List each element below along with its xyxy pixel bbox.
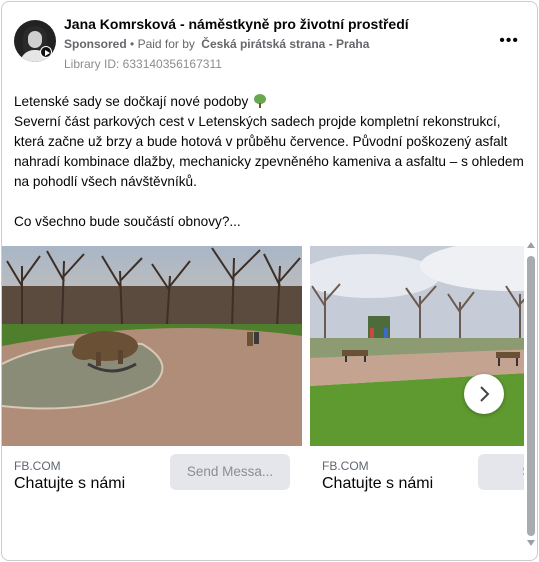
more-options-button[interactable]: ••• xyxy=(499,32,519,50)
page-name[interactable]: Jana Komrsková - náměstkyně pro životní … xyxy=(64,16,409,32)
post-paragraph: Severní část parkových cest v Letenských… xyxy=(14,114,524,189)
paid-for-label: Paid for by xyxy=(137,37,195,51)
play-badge-icon xyxy=(40,46,52,58)
send-message-button[interactable]: Send xyxy=(478,454,524,490)
ad-card: Jana Komrsková - náměstkyně pro životní … xyxy=(1,1,538,561)
carousel-card[interactable]: FB.COM Chatujte s námi Send Messa... xyxy=(2,246,302,560)
scroll-up-arrow-icon[interactable] xyxy=(527,242,535,248)
sponsored-meta: Sponsored • Paid for by Česká pirátská s… xyxy=(64,37,369,51)
post-text: Letenské sady se dočkají nové podoby Sev… xyxy=(14,92,524,232)
park-playground-image[interactable] xyxy=(310,246,524,446)
page-avatar[interactable] xyxy=(14,20,56,62)
sponsored-label: Sponsored xyxy=(64,37,127,51)
park-hippo-image[interactable] xyxy=(2,246,302,446)
library-id: Library ID: 633140356167311 xyxy=(64,57,222,71)
post-question[interactable]: Co všechno bude součástí obnovy?... xyxy=(14,212,524,232)
payer-name[interactable]: Česká pirátská strana - Praha xyxy=(201,37,369,51)
link-domain: FB.COM xyxy=(322,459,369,473)
vertical-scrollbar[interactable] xyxy=(524,242,537,552)
link-domain: FB.COM xyxy=(14,459,61,473)
send-message-button[interactable]: Send Messa... xyxy=(170,454,290,490)
avatar-face xyxy=(28,31,42,48)
post-headline-text: Letenské sady se dočkají nové podoby xyxy=(14,94,249,109)
post-headline: Letenské sady se dočkají nové podoby xyxy=(14,92,524,112)
scroll-down-arrow-icon[interactable] xyxy=(527,540,535,546)
chevron-right-icon xyxy=(480,386,490,402)
tree-emoji-icon xyxy=(254,94,267,108)
card-title[interactable]: Chatujte s námi xyxy=(322,475,433,493)
text-spacer xyxy=(14,192,524,212)
scroll-thumb[interactable] xyxy=(527,256,535,536)
separator-dot: • xyxy=(130,37,138,51)
card-title[interactable]: Chatujte s námi xyxy=(14,475,125,493)
ad-carousel: FB.COM Chatujte s námi Send Messa... FB.… xyxy=(2,246,524,560)
post-header: Jana Komrsková - náměstkyně pro životní … xyxy=(2,2,537,82)
carousel-next-button[interactable] xyxy=(464,374,504,414)
